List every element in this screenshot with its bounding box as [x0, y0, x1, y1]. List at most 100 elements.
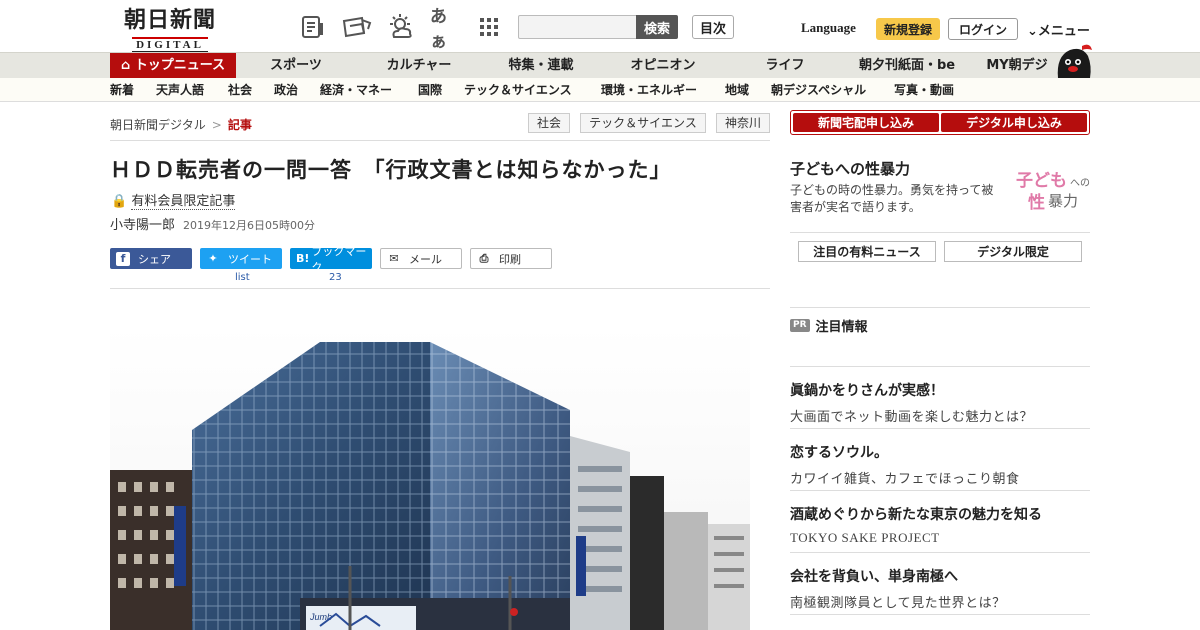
tweet-label: ツイート [228, 252, 272, 266]
login-button[interactable]: ログイン [948, 18, 1018, 40]
menu-button[interactable]: ⌄メニュー [1027, 20, 1090, 39]
subnav-special[interactable]: 朝デジスペシャル [771, 78, 866, 102]
divider [110, 288, 770, 289]
divider [790, 552, 1090, 553]
tag-society[interactable]: 社会 [528, 113, 570, 133]
mail-share-button[interactable]: ✉ メール [380, 248, 462, 269]
subscribe-buttons: 新聞宅配申し込み デジタル申し込み [790, 110, 1090, 135]
divider [790, 428, 1090, 429]
font-size-icon[interactable]: あぁ [430, 7, 460, 52]
sub-nav: 新着 天声人語 社会 政治 経済・マネー 国際 テック＆サイエンス 環境・エネル… [0, 78, 1200, 102]
nav-sports[interactable]: スポーツ [258, 53, 334, 79]
article-photo: Jumb [110, 326, 750, 630]
nav-culture[interactable]: カルチャー [380, 53, 458, 79]
tag-kanagawa[interactable]: 神奈川 [716, 113, 770, 133]
feature-logo[interactable]: 子ども への 性 暴力 [1010, 160, 1092, 218]
tab-digital-only[interactable]: デジタル限定 [944, 241, 1082, 262]
divider [790, 307, 1090, 308]
divider [790, 614, 1090, 615]
tab-featured-paid-news[interactable]: 注目の有料ニュース [798, 241, 936, 262]
site-logo[interactable]: 朝日新聞 DIGITAL [110, 7, 230, 52]
pr-item[interactable]: 会社を背負い、単身南極へ 南極観測隊員として見た世界とは？ [790, 566, 1090, 611]
pr-item[interactable]: 恋するソウル。 カワイイ雑貨、カフェでほっこり朝食 [790, 442, 1090, 487]
lock-icon: 🔒 [111, 194, 128, 209]
nav-special[interactable]: 特集・連載 [500, 53, 582, 79]
pr-item-title: 眞鍋かをりさんが実感！ [790, 383, 944, 399]
mascot-icon [1057, 44, 1092, 78]
divider [790, 366, 1090, 367]
tag-tech[interactable]: テック＆サイエンス [580, 113, 706, 133]
subnav-international[interactable]: 国際 [418, 78, 442, 102]
site-header: 朝日新聞 DIGITAL あぁ 検索 目次 Language 新規登録 ログイン… [0, 0, 1200, 52]
bookmark-count[interactable]: 23 [329, 272, 342, 283]
hatena-bookmark-button[interactable]: B! ブックマーク [290, 245, 372, 274]
publish-date: 2019年12月6日05時00分 [183, 219, 315, 232]
print-label: 印刷 [499, 252, 521, 266]
facebook-share-button[interactable]: f シェア [110, 248, 192, 269]
divider [790, 232, 1090, 233]
digital-subscribe-button[interactable]: デジタル申し込み [941, 113, 1087, 132]
subnav-region[interactable]: 地域 [725, 78, 749, 102]
grid-menu-icon[interactable] [476, 14, 502, 40]
breadcrumb: 朝日新聞デジタル > 記事 [110, 116, 252, 133]
pr-item[interactable]: 眞鍋かをりさんが実感！ 大画面でネット動画を楽しむ魅力とは？ [790, 380, 1090, 425]
nav-my-asadigi[interactable]: MY朝デジ [982, 53, 1052, 79]
subnav-politics[interactable]: 政治 [274, 78, 298, 102]
home-icon: ⌂ [120, 58, 131, 73]
byline: 小寺陽一郎 2019年12月6日05時00分 [110, 214, 315, 233]
subnav-tenseijingo[interactable]: 天声人語 [156, 78, 204, 102]
nav-paper[interactable]: 朝夕刊紙面・be [856, 53, 958, 79]
pr-item-subtitle: TOKYO SAKE PROJECT [790, 530, 940, 545]
divider [110, 140, 770, 141]
newspaper-subscribe-button[interactable]: 新聞宅配申し込み [793, 113, 939, 132]
register-button[interactable]: 新規登録 [876, 18, 940, 40]
feature-description[interactable]: 子どもの時の性暴力。勇気を持って被害者が実名で語ります。 [790, 182, 1005, 216]
nav-opinion[interactable]: オピニオン [624, 53, 702, 79]
mail-label: メール [409, 252, 442, 266]
bookmark-label: ブックマーク [311, 244, 367, 274]
subnav-photo-video[interactable]: 写真・動画 [894, 78, 954, 102]
language-link[interactable]: Language [801, 20, 856, 36]
paid-members-badge: 🔒 有料会員限定記事 [111, 190, 236, 210]
feature-logo-small: への [1070, 178, 1090, 189]
twitter-tweet-button[interactable]: ✦ ツイート [200, 248, 282, 269]
nav-top-news[interactable]: ⌂ トップニュース [110, 53, 236, 79]
mail-ticket-icon[interactable] [342, 14, 372, 40]
mail-icon: ✉ [389, 252, 399, 265]
print-button[interactable]: ⎙ 印刷 [470, 248, 552, 269]
pr-item-title: 恋するソウル。 [790, 445, 888, 461]
hatena-icon: B! [296, 252, 310, 265]
table-of-contents-button[interactable]: 目次 [692, 15, 734, 39]
subnav-environment[interactable]: 環境・エネルギー [601, 78, 697, 102]
breadcrumb-current: 記事 [227, 118, 252, 132]
nav-life[interactable]: ライフ [760, 53, 810, 79]
subnav-economy[interactable]: 経済・マネー [320, 78, 392, 102]
search-input[interactable] [518, 15, 637, 39]
logo-text: 朝日新聞 [123, 7, 216, 33]
divider [790, 490, 1090, 491]
paid-label[interactable]: 有料会員限定記事 [131, 194, 236, 210]
tweet-count[interactable]: list [235, 272, 250, 283]
pr-item-subtitle: 大画面でネット動画を楽しむ魅力とは？ [790, 410, 1034, 425]
twitter-bird-icon: ✦ [208, 252, 218, 265]
subnav-tech[interactable]: テック＆サイエンス [464, 78, 572, 102]
subnav-new[interactable]: 新着 [110, 78, 134, 102]
main-nav: ⌂ トップニュース スポーツ カルチャー 特集・連載 オピニオン ライフ 朝夕刊… [0, 52, 1200, 79]
facebook-icon: f [116, 251, 130, 266]
pr-heading-label: 注目情報 [815, 320, 868, 335]
pr-item-subtitle: カワイイ雑貨、カフェでほっこり朝食 [790, 472, 1020, 487]
chevron-down-icon: ⌄ [1027, 24, 1038, 39]
subnav-society[interactable]: 社会 [228, 78, 252, 102]
printer-icon: ⎙ [479, 251, 489, 265]
breadcrumb-separator: > [211, 118, 222, 132]
newspaper-icon[interactable] [300, 14, 326, 40]
author-name: 小寺陽一郎 [110, 218, 176, 233]
pr-item-title: 会社を背負い、単身南極へ [790, 569, 958, 585]
breadcrumb-home[interactable]: 朝日新聞デジタル [110, 118, 206, 132]
nav-label: トップニュース [134, 58, 226, 73]
feature-logo-line2b: 暴力 [1048, 192, 1079, 210]
weather-icon[interactable] [386, 14, 416, 40]
feature-title[interactable]: 子どもへの性暴力 [790, 158, 910, 179]
search-button[interactable]: 検索 [636, 15, 678, 39]
pr-item[interactable]: 酒蔵めぐりから新たな東京の魅力を知る TOKYO SAKE PROJECT [790, 504, 1090, 546]
